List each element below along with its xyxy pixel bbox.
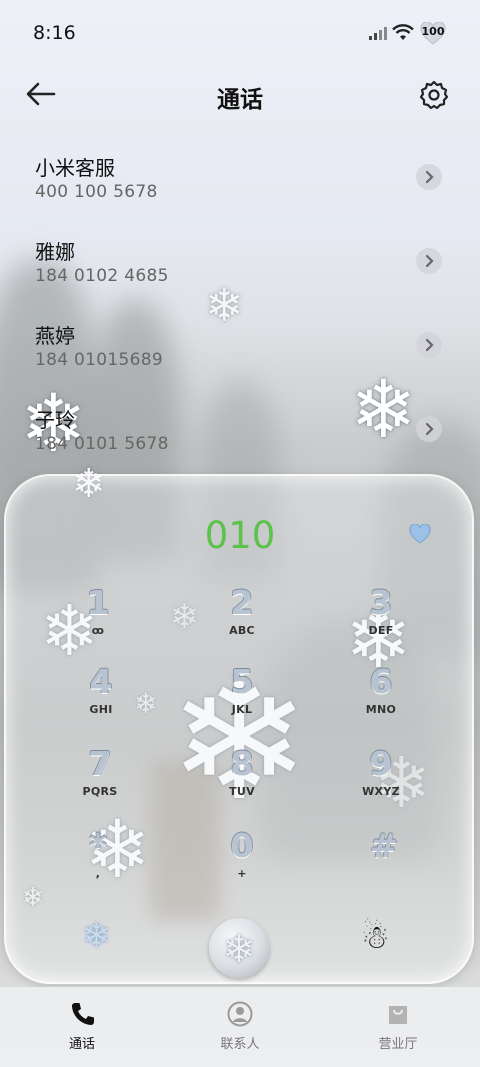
chevron-right-icon [425, 422, 434, 436]
wifi-icon [392, 24, 414, 40]
chevron-right-icon [425, 338, 434, 352]
key-digit: 6 [369, 662, 393, 701]
status-time: 8:16 [33, 22, 76, 44]
key-letters: DEF [368, 624, 394, 637]
contact-name: 雅娜 [35, 240, 75, 264]
details-button[interactable] [416, 416, 442, 442]
key-letters: MNO [365, 703, 397, 716]
dial-key-4[interactable]: 4 GHI [46, 662, 156, 734]
contact-number: 184 01015689 [35, 350, 163, 370]
dial-key-9[interactable]: 9 WXYZ [326, 744, 436, 816]
contact-name: 燕婷 [35, 324, 75, 348]
key-digit: * [89, 826, 107, 865]
cellular-signal-icon [369, 27, 387, 40]
tab-label: 通话 [68, 1037, 95, 1052]
key-letters: GHI [89, 703, 113, 716]
shop-bag-icon [389, 1006, 407, 1024]
recent-call-item[interactable]: 子玲 184 0101 5678 [0, 404, 480, 484]
key-letters: + [237, 867, 247, 880]
contact-number: 400 100 5678 [35, 182, 158, 202]
phone-icon [72, 1003, 94, 1025]
contact-icon [227, 1001, 253, 1027]
dial-key-8[interactable]: 8 TUV [187, 744, 297, 816]
key-digit: 8 [230, 744, 254, 783]
snowman-icon[interactable]: ☃ [361, 918, 390, 956]
key-letters: ABC [229, 624, 255, 637]
voicemail-icon: ꝏ [91, 624, 105, 637]
key-digit: 9 [369, 744, 393, 783]
dial-key-2[interactable]: 2 ABC [187, 583, 297, 655]
battery-heart-icon: 100 [420, 21, 446, 46]
recent-call-item[interactable]: 雅娜 184 0102 4685 [0, 236, 480, 316]
chevron-right-icon [425, 254, 434, 268]
snowflake-icon: ❄ [223, 927, 255, 971]
dial-key-1[interactable]: 1ꝏ [43, 583, 153, 655]
details-button[interactable] [416, 248, 442, 274]
tab-service-hall[interactable]: 营业厅 [338, 987, 458, 1067]
battery-level: 100 [421, 25, 445, 38]
dial-key-3[interactable]: 3 DEF [326, 583, 436, 655]
key-letters: WXYZ [362, 785, 400, 798]
key-letters: PQRS [82, 785, 118, 798]
tab-label: 营业厅 [378, 1037, 418, 1052]
key-digit: 0 [230, 826, 254, 865]
details-button[interactable] [416, 164, 442, 190]
chevron-right-icon [425, 170, 434, 184]
bottom-nav: 通话 联系人 营业厅 [0, 987, 480, 1067]
dial-key-star[interactable]: *, [43, 826, 153, 898]
contact-number: 184 0101 5678 [35, 434, 169, 454]
settings-gear-icon[interactable] [418, 79, 450, 111]
tab-contacts[interactable]: 联系人 [180, 987, 300, 1067]
dialed-number[interactable]: 010 [0, 514, 480, 557]
key-digit: 5 [230, 662, 254, 701]
dial-key-7[interactable]: 7 PQRS [45, 744, 155, 816]
key-digit: 2 [230, 583, 254, 622]
recent-call-item[interactable]: 燕婷 184 01015689 [0, 320, 480, 400]
heart-icon[interactable] [409, 524, 431, 544]
contact-number: 184 0102 4685 [35, 266, 169, 286]
contact-name: 子玲 [35, 408, 75, 432]
snowflake-icon[interactable]: ❄ [82, 916, 111, 956]
dial-key-5[interactable]: 5 JKL [187, 662, 297, 734]
key-digit: 1 [86, 583, 110, 622]
contact-name: 小米客服 [35, 156, 115, 180]
recent-call-item[interactable]: 小米客服 400 100 5678 [0, 152, 480, 232]
key-digit: 7 [88, 744, 112, 783]
details-button[interactable] [416, 332, 442, 358]
dial-key-6[interactable]: 6 MNO [326, 662, 436, 734]
key-digit: 4 [89, 662, 113, 701]
key-digit: 3 [369, 583, 393, 622]
tab-calls[interactable]: 通话 [22, 987, 142, 1067]
tab-label: 联系人 [220, 1037, 260, 1052]
dial-key-0[interactable]: 0 + [187, 826, 297, 898]
page-title: 通话 [217, 87, 263, 113]
key-letters: , [95, 867, 101, 880]
key-letters: TUV [229, 785, 255, 798]
key-digit: # [370, 826, 398, 865]
dial-key-hash[interactable]: # [329, 826, 439, 898]
status-bar: 8:16 100 [0, 0, 480, 68]
call-button[interactable]: ❄ [209, 918, 269, 978]
key-letters: JKL [231, 703, 253, 716]
